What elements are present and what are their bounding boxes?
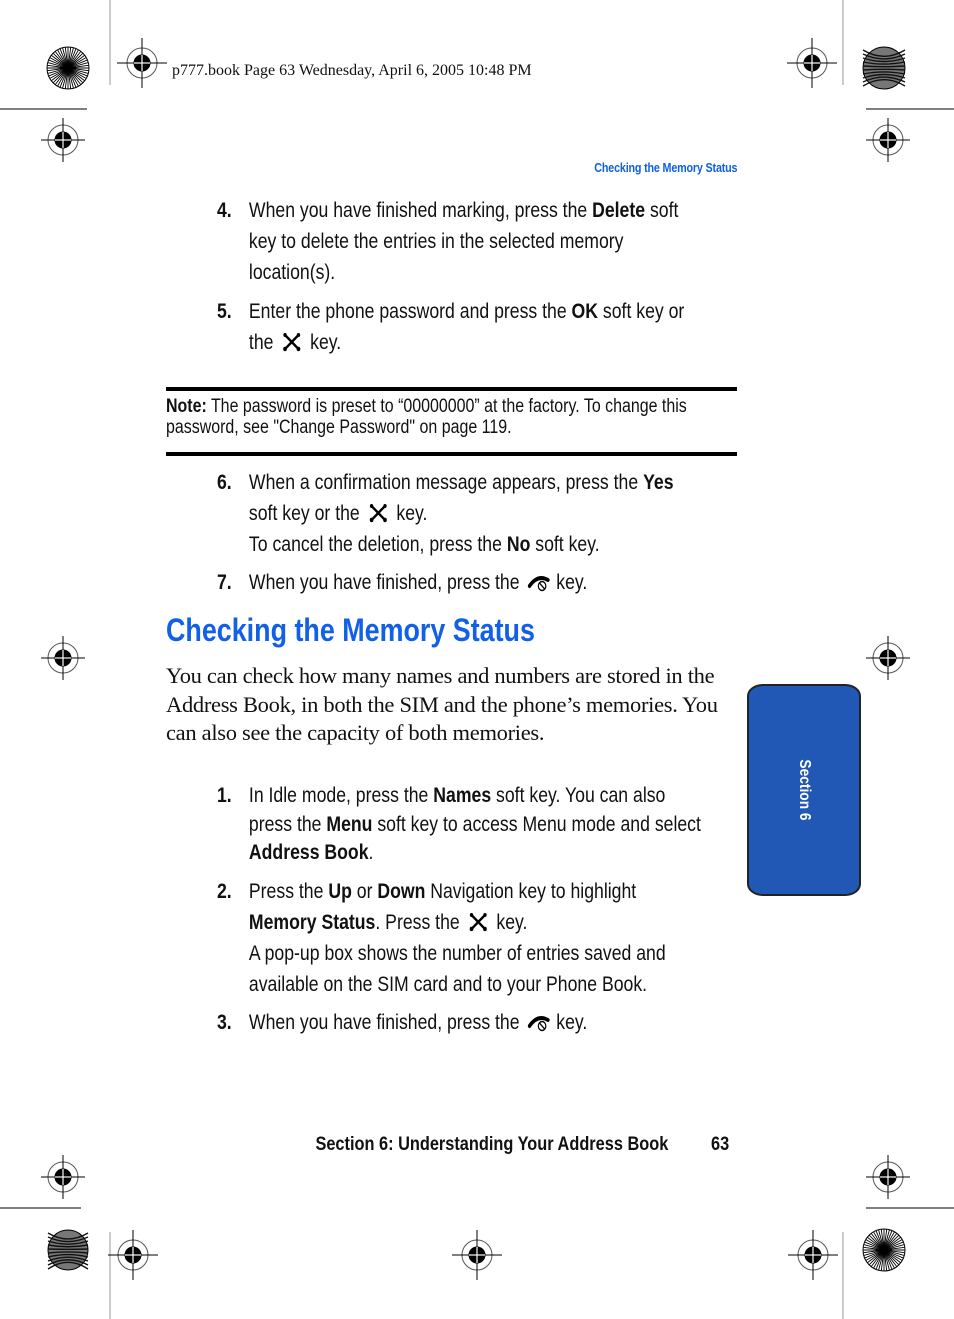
text-run: A pop-up box shows the number of entries… xyxy=(248,942,666,996)
key-name: Memory Status xyxy=(248,911,376,934)
step-text: Enter the phone password and press the O… xyxy=(249,296,704,358)
step-text: When you have finished, press the key. xyxy=(249,567,704,598)
end-key-icon xyxy=(527,1010,550,1032)
registration-mark-icon xyxy=(41,118,85,162)
registration-mark-icon xyxy=(866,118,910,162)
key-name: OK xyxy=(571,300,599,323)
step-text: Press the Up or Down Navigation key to h… xyxy=(249,876,704,1000)
text-run: key. xyxy=(551,571,588,594)
registration-mark-icon xyxy=(452,1230,502,1280)
text-run: Enter the phone password and press the xyxy=(248,300,572,323)
key-name: Address Book xyxy=(248,841,369,864)
text-run: In Idle mode, press the xyxy=(248,784,434,807)
menu-ok-key-icon xyxy=(282,330,302,352)
text-run: soft key to access Menu mode and select xyxy=(372,812,701,836)
text-run: When you have finished, press the xyxy=(248,571,525,594)
section-heading: Checking the Memory Status xyxy=(166,612,535,648)
text-run: key. xyxy=(391,502,428,525)
step-number: 7. xyxy=(217,571,232,594)
registration-mark-icon xyxy=(866,636,910,680)
text-run: . Press the xyxy=(375,911,465,934)
starburst-mark-icon xyxy=(46,46,90,90)
text-run: To cancel the deletion, press the xyxy=(248,533,507,556)
registration-mark-icon xyxy=(41,636,85,680)
key-name: Down xyxy=(377,880,426,903)
step-number: 4. xyxy=(217,199,232,222)
step-item: 2. Press the Up or Down Navigation key to… xyxy=(217,876,704,1000)
running-head: Checking the Memory Status xyxy=(593,161,737,175)
step-text: When you have finished, press the key. xyxy=(249,1007,704,1038)
text-run: Navigation key to highlight xyxy=(425,880,637,903)
step-number: 3. xyxy=(217,1011,232,1034)
step-item: 6. When a confirmation message appears, p… xyxy=(217,467,704,560)
end-key-icon xyxy=(527,570,550,592)
text-run: or xyxy=(351,880,378,903)
menu-ok-key-icon xyxy=(368,501,388,523)
step-text: In Idle mode, press the Names soft key. … xyxy=(249,782,704,868)
text-run: When you have finished marking, press th… xyxy=(248,199,593,222)
key-name: Menu xyxy=(326,812,373,836)
moire-mark-icon xyxy=(862,46,906,90)
key-name: Up xyxy=(328,880,352,903)
text-run: When you have finished, press the xyxy=(248,1011,525,1034)
note-text: The password is preset to “00000000” at … xyxy=(166,396,687,438)
step-text: When you have finished marking, press th… xyxy=(249,195,704,288)
registration-mark-icon xyxy=(788,1230,838,1280)
step-number: 6. xyxy=(217,471,232,494)
text-run: key. xyxy=(491,911,528,934)
step-number: 5. xyxy=(217,300,232,323)
intro-paragraph: You can check how many names and numbers… xyxy=(166,663,718,745)
key-name: No xyxy=(506,533,531,556)
text-run: . xyxy=(368,841,374,864)
registration-mark-icon xyxy=(108,1230,158,1280)
starburst-mark-icon xyxy=(862,1228,906,1272)
section-tab-label: Section 6 xyxy=(796,759,813,821)
step-item: 4. When you have finished marking, press … xyxy=(217,195,704,288)
note-bottom-rule xyxy=(166,452,737,456)
step-text: When a confirmation message appears, pre… xyxy=(249,467,704,560)
key-name: Yes xyxy=(643,471,674,494)
step-number: 2. xyxy=(217,880,232,903)
text-run: key. xyxy=(305,331,342,354)
print-slug: p777.book Page 63 Wednesday, April 6, 20… xyxy=(172,62,532,79)
registration-mark-icon xyxy=(866,1155,910,1199)
registration-mark-icon xyxy=(41,1155,85,1199)
key-name: Delete xyxy=(592,199,646,222)
footer-title: Section 6: Understanding Your Address Bo… xyxy=(315,1134,668,1155)
note-top-rule xyxy=(166,387,737,391)
key-name: Names xyxy=(433,784,492,807)
text-run: key. xyxy=(551,1011,588,1034)
step-item: 7. When you have finished, press the key. xyxy=(217,567,704,598)
step-item: 3. When you have finished, press the key. xyxy=(217,1007,704,1038)
step-item: 5. Enter the phone password and press the… xyxy=(217,296,704,358)
moire-mark-icon xyxy=(47,1229,89,1271)
note-label: Note: xyxy=(166,396,207,417)
registration-mark-icon xyxy=(787,38,837,88)
text-run: soft key. xyxy=(530,533,600,556)
text-run: Press the xyxy=(248,880,329,903)
page-number: 63 xyxy=(711,1134,730,1155)
text-run: soft key or the xyxy=(248,502,365,525)
menu-ok-key-icon xyxy=(468,910,488,932)
text-run: When a confirmation message appears, pre… xyxy=(248,471,644,494)
step-number: 1. xyxy=(217,784,232,807)
step-item: 1. In Idle mode, press the Names soft key… xyxy=(217,782,704,868)
registration-mark-icon xyxy=(117,38,167,88)
note-box: Note: The password is preset to “0000000… xyxy=(166,396,737,438)
